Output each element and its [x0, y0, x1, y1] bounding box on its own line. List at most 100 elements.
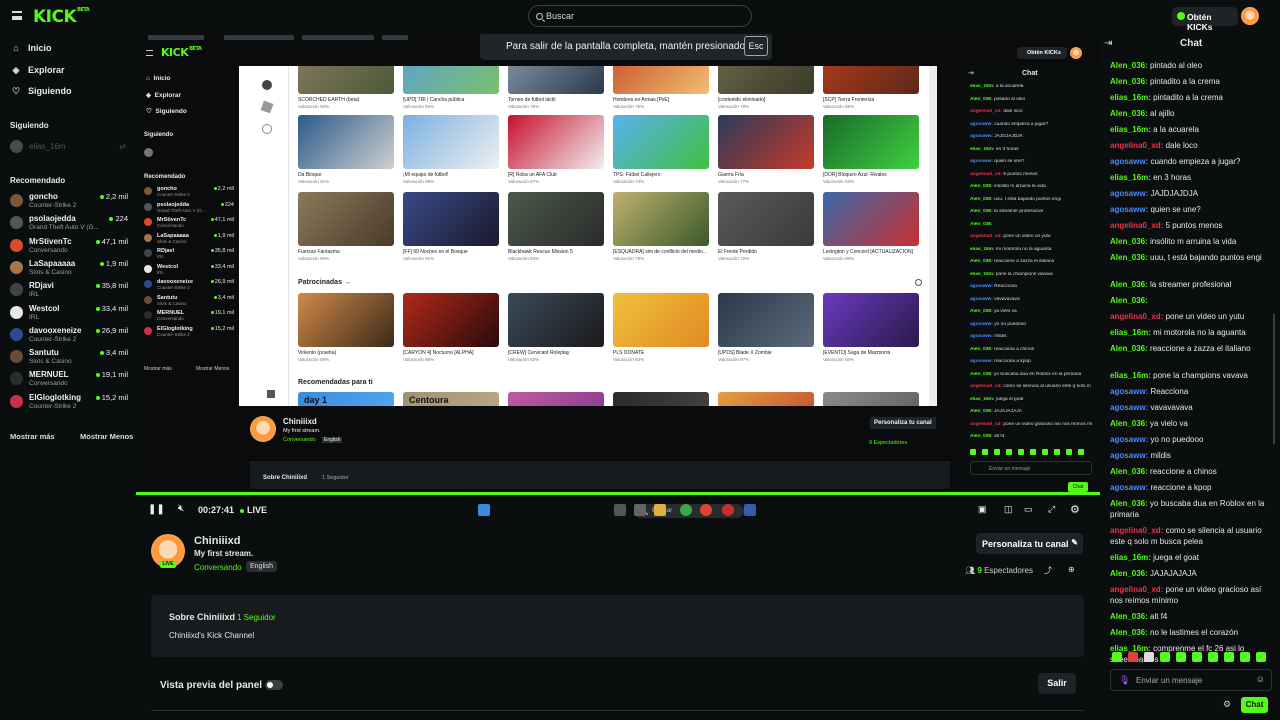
- chat-username[interactable]: agosaww:: [1110, 157, 1148, 166]
- cast-icon[interactable]: ▭: [1024, 504, 1033, 515]
- recommended-channel[interactable]: MERNUEL Conversando 19,1 mil: [10, 368, 130, 390]
- collapse-chat-icon[interactable]: ⇥: [1104, 38, 1112, 49]
- emote-icon[interactable]: [1256, 652, 1266, 662]
- recommended-channel[interactable]: psolaojedda Grand Theft Auto V (G... 224: [10, 212, 130, 234]
- chat-username[interactable]: Alen_036:: [1110, 253, 1148, 262]
- game-title: Guerra Fría: [718, 172, 744, 178]
- emote-icon[interactable]: [1112, 652, 1122, 662]
- stream-video[interactable]: KICKBETA Obtén KICKs Para salir de la pa…: [136, 34, 1100, 492]
- recommended-channel[interactable]: Westcol IRL 33,4 mil: [10, 302, 130, 324]
- chat-username[interactable]: Alen_036:: [1110, 280, 1148, 289]
- game-tile: Lexington y Concord [ACTUALIZACIÓN] Valo…: [823, 192, 919, 261]
- chat-settings-icon[interactable]: ⚙: [1223, 699, 1231, 710]
- panel-preview-toggle[interactable]: [265, 680, 283, 690]
- game-tile: [R] Roba un AFA Club Valoración 87%: [508, 115, 604, 184]
- chat-username[interactable]: agosaww:: [1110, 205, 1148, 214]
- nav-following-label: Siguiendo: [28, 86, 72, 96]
- chat-username[interactable]: elias_16m:: [1110, 371, 1151, 380]
- chat-username[interactable]: agosaww:: [1110, 189, 1148, 198]
- chat-username[interactable]: elias_16m:: [1110, 173, 1151, 182]
- chat-send-button[interactable]: Chat: [1241, 697, 1268, 713]
- chat-username[interactable]: agosaww:: [1110, 451, 1148, 460]
- chat-username[interactable]: Alen_036:: [1110, 419, 1148, 428]
- following-item[interactable]: elias_16m ⇄: [10, 136, 130, 158]
- chat-scrollbar[interactable]: [1273, 314, 1275, 444]
- emote-icon[interactable]: [1240, 652, 1250, 662]
- pause-icon[interactable]: ❚❚: [148, 504, 165, 515]
- inner-following-title: Siguiendo: [144, 132, 173, 138]
- chat-username[interactable]: Alen_036:: [1110, 61, 1148, 70]
- chat-username[interactable]: agosaww:: [1110, 435, 1148, 444]
- show-more-link[interactable]: Mostrar más: [10, 432, 55, 441]
- chat-title: Chat: [1180, 38, 1203, 49]
- chat-username[interactable]: agosaww:: [1110, 483, 1148, 492]
- chat-username[interactable]: Alen_036:: [1110, 628, 1148, 637]
- chat-username[interactable]: angelina0_xd:: [1110, 526, 1163, 535]
- emote-icon[interactable]: [1176, 652, 1186, 662]
- personalize-channel-button[interactable]: Personaliza tu canal ✎: [976, 533, 1083, 554]
- nav-home[interactable]: ⌂ Inicio: [10, 43, 51, 57]
- language-tag[interactable]: English: [246, 561, 277, 572]
- chat-username[interactable]: Alen_036:: [1110, 569, 1148, 578]
- chat-username[interactable]: elias_16m:: [1110, 125, 1151, 134]
- emote-icon[interactable]: [1192, 652, 1202, 662]
- chat-username[interactable]: angelina0_xd:: [1110, 221, 1163, 230]
- emote-icon[interactable]: [1160, 652, 1170, 662]
- avatar: [10, 194, 23, 207]
- theater-mode-icon[interactable]: ▣: [978, 504, 987, 515]
- follow-icon[interactable]: ⊕: [1068, 565, 1075, 574]
- share-icon[interactable]: ⤴: [1044, 565, 1052, 576]
- menu-icon[interactable]: [12, 11, 22, 20]
- channel-name[interactable]: Chiniiixd: [194, 535, 240, 547]
- emoji-icon[interactable]: ☺: [1256, 674, 1265, 684]
- recommended-channel[interactable]: Santutu Slots & Casino 3,4 mil: [10, 346, 130, 368]
- chat-username[interactable]: elias_16m:: [1110, 553, 1151, 562]
- chat-message: Alen_036: insólito m arruina la vida: [1110, 236, 1272, 247]
- nav-explore[interactable]: ◈ Explorar: [10, 65, 65, 79]
- chat-username[interactable]: Alen_036:: [1110, 296, 1148, 305]
- kick-logo[interactable]: KICKBETA: [33, 7, 90, 27]
- pip-icon[interactable]: ◫: [1004, 504, 1013, 515]
- chat-username[interactable]: Alen_036:: [1110, 499, 1148, 508]
- recommended-channel[interactable]: davooxeneize Counter-Strike 2 26,9 mil: [10, 324, 130, 346]
- emote-icon[interactable]: [1128, 652, 1138, 662]
- chat-username[interactable]: agosaww:: [1110, 387, 1148, 396]
- chat-username[interactable]: Alen_036:: [1110, 344, 1148, 353]
- user-avatar[interactable]: [1241, 7, 1259, 25]
- emote-icon[interactable]: [1208, 652, 1218, 662]
- exit-button[interactable]: Salir: [1038, 673, 1076, 694]
- emote-icon[interactable]: [1144, 652, 1154, 662]
- fullscreen-icon[interactable]: ⤢: [1048, 504, 1055, 515]
- chat-username[interactable]: angelina0_xd:: [1110, 141, 1163, 150]
- chat-username[interactable]: agosaww:: [1110, 403, 1148, 412]
- recommended-channel[interactable]: RDjavi IRL 35,8 mil: [10, 279, 130, 301]
- nav-following[interactable]: ♡ Siguiendo: [10, 86, 72, 100]
- chat-message: Alen_036: JAJAJAJAJA: [1110, 568, 1272, 579]
- chat-username[interactable]: Alen_036:: [1110, 77, 1148, 86]
- show-less-link[interactable]: Mostrar Menos: [80, 432, 133, 441]
- emote-icon[interactable]: [1224, 652, 1234, 662]
- chat-username[interactable]: Alen_036:: [1110, 109, 1148, 118]
- chat-message-input[interactable]: 🎙︎ Enviar un mensaje ☺: [1110, 669, 1272, 691]
- game-tile: [718, 392, 814, 406]
- chat-username[interactable]: angelina0_xd:: [1110, 585, 1163, 594]
- channel-category: Conversando: [157, 223, 184, 228]
- chat-username[interactable]: Alen_036:: [1110, 467, 1148, 476]
- chat-username[interactable]: Alen_036:: [1110, 237, 1148, 246]
- recommended-channel[interactable]: goncho Counter-Strike 2 2,2 mil: [10, 190, 130, 212]
- recommended-channel[interactable]: ElGloglotking Counter-Strike 2 15,2 mil: [10, 391, 130, 413]
- settings-gear-icon[interactable]: ⚙: [1070, 503, 1080, 516]
- chat-username[interactable]: elias_16m:: [1110, 328, 1151, 337]
- recommended-channel[interactable]: MrStivenTc Conversando 47,1 mil: [10, 235, 130, 257]
- chat-username[interactable]: angelina0_xd:: [1110, 312, 1163, 321]
- search-input[interactable]: Buscar: [528, 5, 752, 27]
- channel-name: psolaojedda: [29, 214, 76, 224]
- get-kicks-button[interactable]: Obtén KICKs: [1172, 7, 1238, 32]
- chat-username[interactable]: Alen_036:: [1110, 612, 1148, 621]
- mute-icon[interactable]: 🔇︎: [178, 503, 184, 514]
- viewer-count: 35,8 mil: [211, 248, 234, 254]
- category-link[interactable]: Conversando: [194, 563, 242, 572]
- chat-username[interactable]: elias_16m:: [1110, 93, 1151, 102]
- chat-text: cuando empieza a jugar?: [1150, 157, 1241, 166]
- recommended-channel[interactable]: LaSapaaaaa Slots & Casino 1,9 mil: [10, 257, 130, 279]
